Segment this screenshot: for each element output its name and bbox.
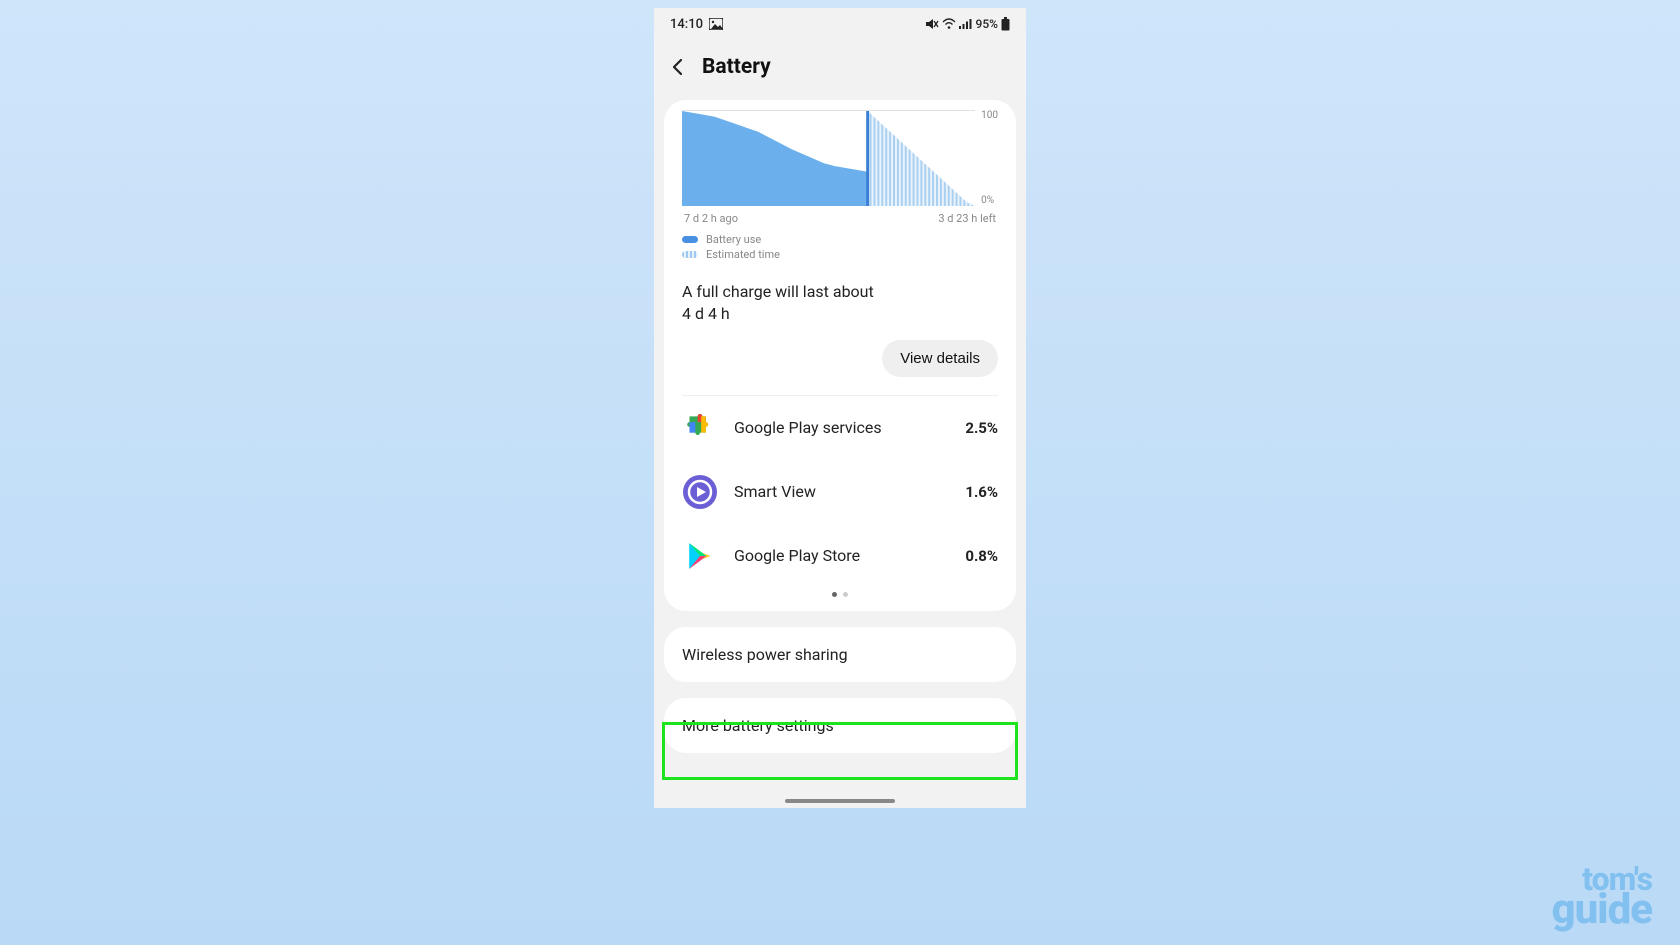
status-time: 14:10 — [670, 17, 703, 32]
legend-label-est: Estimated time — [706, 248, 780, 261]
page-header: Battery — [654, 40, 1026, 94]
app-row[interactable]: Google Play Store 0.8% — [664, 524, 1016, 588]
legend-label-use: Battery use — [706, 233, 761, 246]
page-indicator — [664, 588, 1016, 599]
status-bar: 14:10 95% — [654, 8, 1026, 40]
estimate-line1: A full charge will last about — [682, 281, 998, 303]
mute-icon — [925, 18, 939, 30]
more-battery-settings-label: More battery settings — [682, 716, 834, 735]
app-name: Smart View — [734, 482, 949, 501]
legend-swatch-hatch — [682, 251, 698, 258]
playstore-icon — [682, 538, 718, 574]
estimate-line2: 4 d 4 h — [682, 303, 998, 325]
app-name: Google Play services — [734, 418, 949, 437]
x-label-right: 3 d 23 h left — [938, 212, 996, 225]
toms-guide-logo: tom's guide — [1552, 866, 1652, 927]
chart-legend: Battery use Estimated time — [664, 225, 1016, 261]
dot-active — [832, 592, 837, 597]
app-pct: 1.6% — [965, 483, 998, 501]
puzzle-icon — [682, 410, 718, 446]
logo-line2: guide — [1552, 893, 1652, 927]
more-battery-settings-item[interactable]: More battery settings — [664, 698, 1016, 753]
back-icon[interactable] — [668, 57, 688, 77]
app-pct: 0.8% — [965, 547, 998, 565]
x-label-left: 7 d 2 h ago — [684, 212, 738, 225]
y-label-bottom: 0% — [981, 195, 998, 206]
wireless-power-sharing-item[interactable]: Wireless power sharing — [664, 627, 1016, 682]
smartview-icon — [682, 474, 718, 510]
picture-icon — [709, 18, 723, 30]
page-title: Battery — [702, 55, 771, 79]
battery-chart: 100 0% 7 d 2 h ago 3 d 23 h left — [664, 100, 1016, 225]
app-pct: 2.5% — [965, 419, 998, 437]
dot-inactive — [843, 592, 848, 597]
app-row[interactable]: Smart View 1.6% — [664, 460, 1016, 524]
app-row[interactable]: Google Play services 2.5% — [664, 396, 1016, 460]
signal-icon — [959, 18, 973, 30]
app-name: Google Play Store — [734, 546, 949, 565]
battery-card: 100 0% 7 d 2 h ago 3 d 23 h left Battery… — [664, 100, 1016, 611]
battery-icon — [1001, 17, 1010, 31]
wifi-icon — [942, 18, 956, 30]
phone-frame: 14:10 95% Battery — [654, 8, 1026, 808]
wireless-power-sharing-label: Wireless power sharing — [682, 645, 848, 664]
legend-swatch-solid — [682, 236, 698, 243]
estimate-text: A full charge will last about 4 d 4 h — [664, 263, 1016, 326]
battery-pct: 95% — [976, 17, 998, 31]
nav-handle[interactable] — [785, 799, 895, 803]
view-details-button[interactable]: View details — [882, 340, 998, 377]
y-label-top: 100 — [981, 110, 998, 121]
